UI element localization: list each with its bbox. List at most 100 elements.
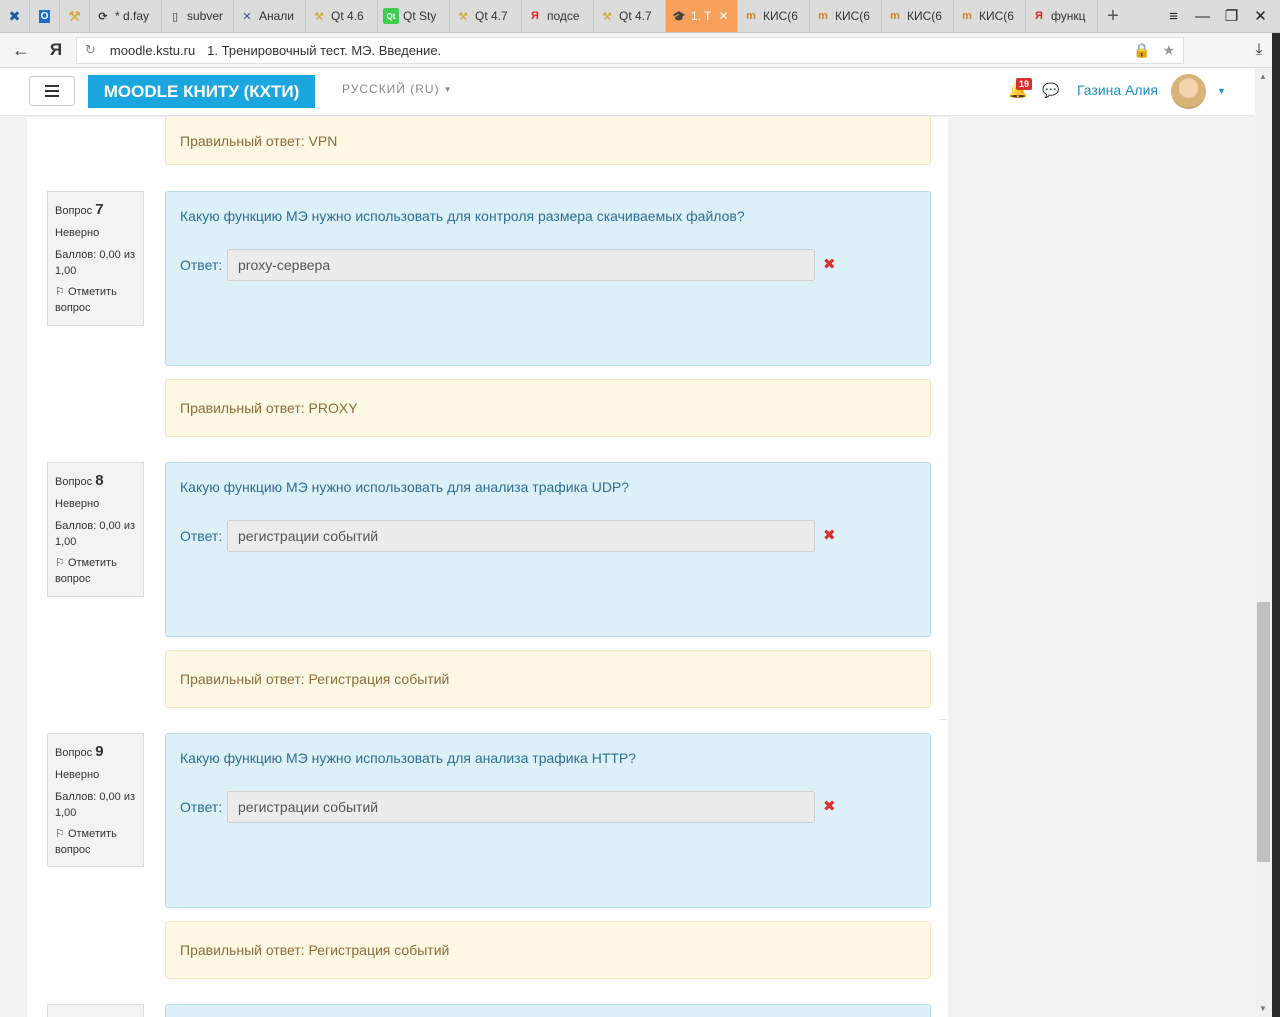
feedback-box: Правильный ответ: VPN — [165, 117, 931, 165]
moodle-m-icon: m — [746, 10, 756, 22]
moodle-icon: ⚒ — [602, 10, 612, 23]
tab-title: Qt 4.7 — [619, 9, 652, 23]
tab-title: КИС(6 — [763, 9, 798, 23]
browser-tab[interactable]: m КИС(6 — [954, 0, 1026, 32]
answer-label: Ответ: — [180, 528, 223, 544]
browser-tab-active[interactable]: 🎓 1. T ✕ — [666, 0, 738, 32]
scroll-down-icon[interactable]: ▼ — [1259, 1004, 1267, 1013]
yandex-icon: Я — [1035, 10, 1043, 22]
scrollbar-thumb[interactable] — [1257, 602, 1270, 862]
flag-question-link[interactable]: ⚐ Отметить вопрос — [55, 285, 136, 316]
tab-title: * d.fay — [115, 9, 150, 23]
pinned-tab-moodle[interactable]: ⚒ — [60, 0, 90, 32]
address-bar: ← Я ↻ moodle.kstu.ru 1. Тренировочный те… — [0, 33, 1280, 68]
question-text: Какую функцию МЭ нужно использовать для … — [180, 208, 745, 224]
flag-icon: ⚐ — [55, 828, 65, 841]
question-label: Вопрос — [55, 205, 93, 217]
close-tab-icon[interactable]: ✕ — [718, 9, 728, 23]
browser-tab[interactable]: ✕ Анали — [234, 0, 306, 32]
pinned-tab-outlook[interactable]: O — [30, 0, 60, 32]
caret-down-icon[interactable]: ▼ — [1217, 86, 1226, 96]
question-grade: Баллов: 0,00 из 1,00 — [55, 791, 136, 819]
flag-question-link[interactable]: ⚐ Отметить вопрос — [55, 556, 136, 587]
browser-tab[interactable]: ⚒ Qt 4.7 — [594, 0, 666, 32]
browser-tab[interactable]: m КИС(6 — [882, 0, 954, 32]
drawer-toggle-button[interactable] — [29, 76, 75, 106]
url-field[interactable]: ↻ moodle.kstu.ru 1. Тренировочный тест. … — [76, 36, 1184, 64]
question-text: Какую функцию МЭ нужно использовать для … — [180, 479, 630, 495]
browser-tab[interactable]: Я подсе — [522, 0, 594, 32]
answer-label: Ответ: — [180, 799, 223, 815]
question-label: Вопрос — [55, 476, 93, 488]
user-name[interactable]: Газина Алия — [1077, 82, 1158, 98]
tab-title: Qt 4.7 — [475, 9, 508, 23]
incorrect-icon: ✖ — [823, 527, 836, 544]
caret-down-icon: ▼ — [443, 85, 453, 95]
site-brand[interactable]: MOODLE КНИТУ (КХТИ) — [88, 75, 315, 108]
question-box: Какую функцию МЭ нужно использовать для … — [165, 733, 931, 908]
page-scrollbar[interactable]: ▲ ▼ — [1255, 68, 1272, 1017]
language-menu[interactable]: РУССКИЙ (RU) ▼ — [342, 82, 453, 96]
lock-icon[interactable]: 🔒 — [1133, 42, 1150, 59]
question-number: Вопрос 7 — [55, 199, 136, 220]
right-answer: Правильный ответ: VPN — [180, 132, 338, 149]
reload-icon[interactable]: ↻ — [85, 42, 96, 58]
moodle-navbar: MOODLE КНИТУ (КХТИ) РУССКИЙ (RU) ▼ 🔔 19 💬… — [0, 68, 1255, 116]
plus-icon: + — [1107, 4, 1119, 27]
question-box — [165, 1004, 931, 1017]
moodle-icon: ⚒ — [68, 7, 81, 24]
feedback-box: Правильный ответ: PROXY — [165, 379, 931, 437]
answer-field: регистрации событий — [227, 791, 815, 823]
browser-tab[interactable]: ⚒ Qt 4.6 — [306, 0, 378, 32]
moodle-icon: 🎓 — [672, 10, 686, 23]
question-info — [47, 1004, 144, 1017]
yandex-home-icon[interactable]: Я — [42, 40, 70, 60]
close-window-icon[interactable]: ✕ — [1247, 7, 1274, 25]
yandex-icon: Я — [531, 10, 539, 22]
new-tab-button[interactable]: + — [1098, 0, 1128, 32]
moodle-m-icon: m — [818, 10, 828, 22]
hamburger-icon-line — [45, 90, 59, 92]
tab-title: КИС(6 — [979, 9, 1014, 23]
browser-tab[interactable]: ⚒ Qt 4.7 — [450, 0, 522, 32]
reload-icon: ⟳ — [98, 10, 108, 23]
right-answer: Правильный ответ: PROXY — [180, 400, 358, 416]
avatar[interactable] — [1171, 74, 1206, 109]
browser-tab[interactable]: Я функц — [1026, 0, 1098, 32]
flag-icon: ⚐ — [55, 286, 65, 299]
scroll-up-icon[interactable]: ▲ — [1259, 72, 1267, 81]
tab-title: Qt Sty — [403, 9, 437, 23]
browser-tab[interactable]: ⟳ * d.fay — [90, 0, 162, 32]
hamburger-icon — [45, 85, 59, 87]
question-box: Какую функцию МЭ нужно использовать для … — [165, 191, 931, 366]
flag-icon: ⚐ — [55, 557, 65, 570]
browser-tab[interactable]: ▯ subver — [162, 0, 234, 32]
right-answer: Правильный ответ: Регистрация событий — [180, 942, 450, 958]
tab-title: subver — [187, 9, 224, 23]
back-arrow-icon[interactable]: ← — [0, 40, 42, 61]
restore-icon[interactable]: ❐ — [1218, 7, 1245, 25]
minimize-icon[interactable]: — — [1189, 8, 1216, 25]
question-number: Вопрос 8 — [55, 470, 136, 491]
right-column — [948, 117, 1255, 1017]
pinned-tab-app[interactable]: ✖ — [0, 0, 30, 32]
question-info: Вопрос 9 Неверно Баллов: 0,00 из 1,00 ⚐ … — [47, 733, 144, 867]
answer-label: Ответ: — [180, 257, 223, 273]
messages-icon[interactable]: 💬 — [1042, 82, 1059, 99]
browser-tab[interactable]: Qt Qt Sty — [378, 0, 450, 32]
outlook-icon: O — [38, 9, 51, 23]
bookmark-star-icon[interactable]: ★ — [1162, 42, 1175, 59]
question-number: Вопрос 9 — [55, 741, 136, 762]
question-label: Вопрос — [55, 747, 93, 759]
feedback-box: Правильный ответ: Регистрация событий — [165, 921, 931, 979]
qt-icon: Qt — [383, 8, 399, 24]
browser-tab[interactable]: m КИС(6 — [810, 0, 882, 32]
question-grade: Баллов: 0,00 из 1,00 — [55, 249, 136, 277]
flag-label: Отметить вопрос — [55, 557, 117, 585]
browser-tab[interactable]: m КИС(6 — [738, 0, 810, 32]
question-state: Неверно — [55, 227, 100, 239]
browser-menu-icon[interactable]: ≡ — [1160, 8, 1187, 25]
flag-question-link[interactable]: ⚐ Отметить вопрос — [55, 827, 136, 858]
flag-label: Отметить вопрос — [55, 828, 117, 856]
incorrect-icon: ✖ — [823, 256, 836, 273]
